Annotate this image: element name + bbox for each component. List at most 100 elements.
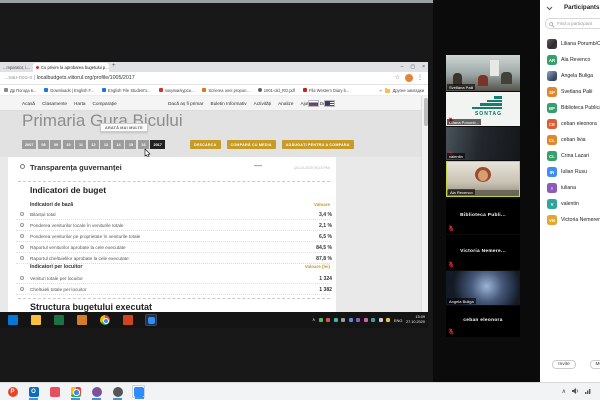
- year-button[interactable]: 2007: [22, 140, 36, 149]
- participant-row[interactable]: CEceban eleonora: [540, 116, 600, 132]
- close-button[interactable]: ×: [422, 64, 425, 70]
- participant-row[interactable]: CLceban livia: [540, 132, 600, 148]
- russian-flag-icon[interactable]: [308, 100, 319, 107]
- video-tile-ala-active-speaker[interactable]: Ala Revenco: [446, 161, 520, 197]
- table-row[interactable]: Venituri totale per locuitor 1 324: [16, 273, 330, 284]
- year-button[interactable]: 09: [50, 140, 61, 149]
- nav-item-comparatie[interactable]: Comparație: [93, 101, 117, 106]
- table-row[interactable]: Bilanțul total 3,4 %: [16, 209, 330, 220]
- bookmark-star-icon[interactable]: ☆: [395, 74, 400, 81]
- bookmark-item[interactable]: English File Student's...: [102, 88, 151, 93]
- video-tile-valentin[interactable]: valentin: [446, 127, 520, 160]
- tray-icon[interactable]: [326, 318, 330, 322]
- video-tile-ceban[interactable]: ceban eleonora: [446, 306, 520, 337]
- tray-icon[interactable]: [364, 318, 368, 322]
- bookmark-item[interactable]: 1001-old_RO.pdf: [258, 88, 295, 93]
- participant-row[interactable]: SPSvetlana Palii: [540, 84, 600, 100]
- search-input[interactable]: [555, 19, 600, 28]
- bookmark-item[interactable]: покупки/курси...: [159, 88, 195, 93]
- add-to-compare-button[interactable]: ADĂUGAȚI PENTRU A COMPARA: [282, 140, 354, 149]
- video-tile-angela[interactable]: Angela Buliga: [446, 271, 520, 305]
- bookmark-item[interactable]: Scrierea unei propun...: [202, 88, 249, 93]
- tray-icon[interactable]: [341, 318, 345, 322]
- year-button[interactable]: 14: [113, 140, 124, 149]
- video-tile-svetlana[interactable]: Svetlana Palii: [446, 55, 520, 91]
- new-tab-button[interactable]: +: [112, 63, 116, 69]
- compare-average-button[interactable]: COMPARĂ CU MEDIA: [227, 140, 276, 149]
- photos-icon[interactable]: [48, 385, 61, 398]
- browser-tab-inactive[interactable]: ...mparator, i... ×: [0, 63, 32, 72]
- table-row[interactable]: Cheltuieli totale per locuitor 1 382: [16, 284, 330, 295]
- nav-item-harta[interactable]: Harta: [74, 101, 85, 106]
- language-indicator[interactable]: ENG: [394, 318, 403, 323]
- overflow-chevron-icon[interactable]: »: [379, 88, 381, 93]
- participant-row[interactable]: Iiuliana: [540, 180, 600, 196]
- year-button[interactable]: 15: [125, 140, 136, 149]
- participant-row[interactable]: CLCrina Lazari: [540, 148, 600, 164]
- scrollbar-thumb[interactable]: [424, 98, 428, 126]
- tray-icon[interactable]: [349, 318, 353, 322]
- browser-profile-avatar[interactable]: [405, 74, 413, 82]
- table-row[interactable]: Raportul cheltuielilor aprobate la cele …: [16, 253, 330, 264]
- tray-caret-icon[interactable]: ∧: [562, 388, 566, 395]
- outlook-icon[interactable]: [77, 315, 87, 325]
- tray-caret-icon[interactable]: ∧: [312, 317, 315, 323]
- tray-icon[interactable]: [379, 318, 383, 322]
- video-tile-biblioteca[interactable]: Biblioteca Publi...: [446, 199, 520, 234]
- nav-item-clasamente[interactable]: Clasamente: [42, 101, 67, 106]
- english-flag-icon[interactable]: [324, 100, 335, 107]
- nav-item-daca-as-fi-primar[interactable]: Dacă aș fi primar: [168, 101, 203, 106]
- tray-icon[interactable]: [334, 318, 338, 322]
- nav-item-buletin[interactable]: Buletin Informativ: [210, 101, 246, 106]
- excel-icon[interactable]: [54, 315, 64, 325]
- taskbar-clock[interactable]: 15:09 27.10.2020: [406, 315, 425, 324]
- participant-row[interactable]: IRIulian Rusu: [540, 164, 600, 180]
- edge-icon[interactable]: [8, 315, 18, 325]
- download-button[interactable]: DESCARCA: [190, 140, 221, 149]
- maximize-button[interactable]: ▢: [410, 64, 415, 70]
- tray-icon[interactable]: [356, 318, 360, 322]
- network-icon[interactable]: [584, 387, 592, 395]
- participant-row[interactable]: Angela Buliga: [540, 68, 600, 84]
- nav-item-activitati[interactable]: Activități: [254, 101, 271, 106]
- video-tile-liliana[interactable]: SONTAG Liliana Porumb...: [446, 92, 520, 126]
- browser-tab-active[interactable]: Cu privire la aprobarea bugetului p... ×: [33, 63, 109, 72]
- participant-row[interactable]: BPBiblioteca Publică G...: [540, 100, 600, 116]
- other-bookmarks[interactable]: » Другие закладки: [379, 85, 424, 96]
- browser-menu-icon[interactable]: ⋮: [417, 74, 423, 81]
- bookmark-item[interactable]: Др Погода в...: [4, 88, 36, 93]
- page-scrollbar[interactable]: [421, 96, 428, 312]
- invite-button[interactable]: Invite: [552, 360, 576, 369]
- participant-row[interactable]: ARAla Revenco: [540, 52, 600, 68]
- year-button[interactable]: 10: [63, 140, 74, 149]
- table-row[interactable]: Ponderea veniturilor pe proprietate în v…: [16, 231, 330, 242]
- participant-row[interactable]: Vvalentin: [540, 196, 600, 212]
- nav-item-acasa[interactable]: Acasă: [22, 101, 35, 106]
- bookmark-item[interactable]: Fila Western Diary b...: [303, 88, 349, 93]
- year-button-selected[interactable]: 2017: [150, 140, 164, 149]
- nav-item-analize[interactable]: Analize: [278, 101, 293, 106]
- participant-row[interactable]: Liliana Porumb/Ce...: [540, 36, 600, 52]
- chrome-icon[interactable]: [69, 385, 82, 398]
- chrome-icon[interactable]: [100, 315, 110, 325]
- year-button[interactable]: 12: [88, 140, 99, 149]
- chevron-down-icon[interactable]: [546, 6, 553, 11]
- year-button[interactable]: 13: [100, 140, 111, 149]
- file-explorer-icon[interactable]: [31, 315, 41, 325]
- tray-icon[interactable]: [319, 318, 323, 322]
- year-button[interactable]: 11: [75, 140, 86, 149]
- powerpoint-icon[interactable]: [123, 315, 133, 325]
- address-bar[interactable]: ...sau-nou-o | localbudgets.viitorul.org…: [0, 72, 428, 85]
- outlook-icon[interactable]: O: [27, 385, 40, 398]
- table-row[interactable]: Raportul veniturilor aprobate la cele ex…: [16, 242, 330, 253]
- browser-icon[interactable]: [111, 385, 124, 398]
- minimize-button[interactable]: –: [401, 64, 404, 70]
- table-row[interactable]: Ponderea veniturilor locale în venituril…: [16, 220, 330, 231]
- year-button[interactable]: 08: [38, 140, 49, 149]
- tray-icon[interactable]: [386, 318, 390, 322]
- viber-icon[interactable]: [90, 385, 103, 398]
- bookmark-item[interactable]: Downloads | English F...: [44, 88, 94, 93]
- mute-all-button[interactable]: Mute All: [590, 360, 600, 369]
- zoom-app-icon[interactable]: [146, 315, 156, 325]
- speaker-icon[interactable]: [571, 387, 579, 395]
